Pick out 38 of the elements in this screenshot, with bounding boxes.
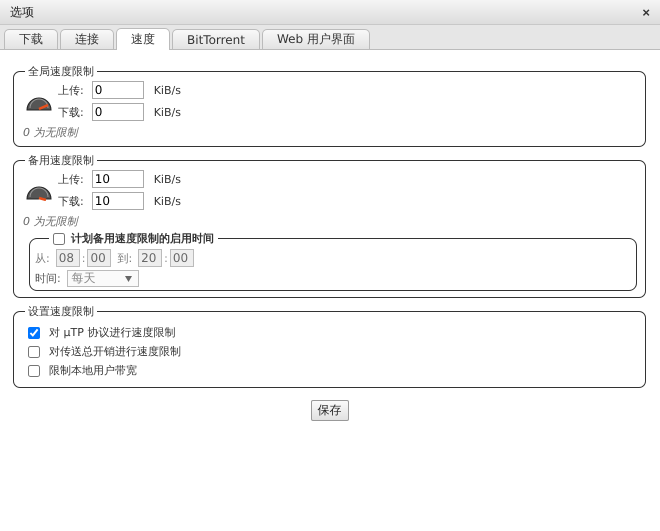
unit-label: KiB/s xyxy=(154,106,181,118)
download-field[interactable]: 0 xyxy=(92,103,144,121)
hint-text: 0 为无限制 xyxy=(23,214,80,229)
option-label: 限制本地用户带宽 xyxy=(49,363,137,378)
upload-field[interactable]: 0 xyxy=(92,81,144,99)
section-title: 备用速度限制 xyxy=(28,154,94,167)
dropdown-arrow-icon xyxy=(124,276,132,282)
section-title: 计划备用速度限制的启用时间 xyxy=(71,231,214,246)
upload-field[interactable]: 10 xyxy=(92,170,144,188)
save-button[interactable]: 保存 xyxy=(310,400,348,421)
checkbox[interactable] xyxy=(28,364,40,376)
download-field[interactable]: 10 xyxy=(92,192,144,210)
download-label: 下载: xyxy=(58,104,84,120)
section-title: 全局速度限制 xyxy=(28,65,94,78)
tab[interactable]: Web 用户界面 xyxy=(262,29,370,49)
option-label: 对传送总开销进行速度限制 xyxy=(49,344,181,359)
upload-label: 上传: xyxy=(58,172,84,186)
close-button[interactable]: × xyxy=(640,4,652,20)
unit-label: KiB/s xyxy=(154,194,181,208)
checkbox[interactable] xyxy=(28,346,40,358)
unit-label: KiB/s xyxy=(154,84,181,96)
tab[interactable]: BitTorrent xyxy=(172,29,260,49)
unit-label: KiB/s xyxy=(154,172,181,186)
time-separator: : xyxy=(82,252,86,264)
tab[interactable]: 下载 xyxy=(4,29,58,49)
hint-text: 0 为无限制 xyxy=(23,125,80,140)
section-title: 设置速度限制 xyxy=(28,305,94,318)
option-label: 对 µTP 协议进行速度限制 xyxy=(49,325,176,340)
checkbox[interactable] xyxy=(28,326,40,338)
tab[interactable]: 连接 xyxy=(60,29,114,49)
from-label: 从: xyxy=(35,250,50,266)
tab[interactable]: 速度 xyxy=(116,28,170,50)
days-label: 时间: xyxy=(35,271,61,286)
upload-label: 上传: xyxy=(58,82,84,98)
time-separator: : xyxy=(164,252,168,264)
to-label: 到: xyxy=(117,250,132,266)
download-label: 下载: xyxy=(58,194,84,208)
window-title: 选项 xyxy=(10,4,34,20)
